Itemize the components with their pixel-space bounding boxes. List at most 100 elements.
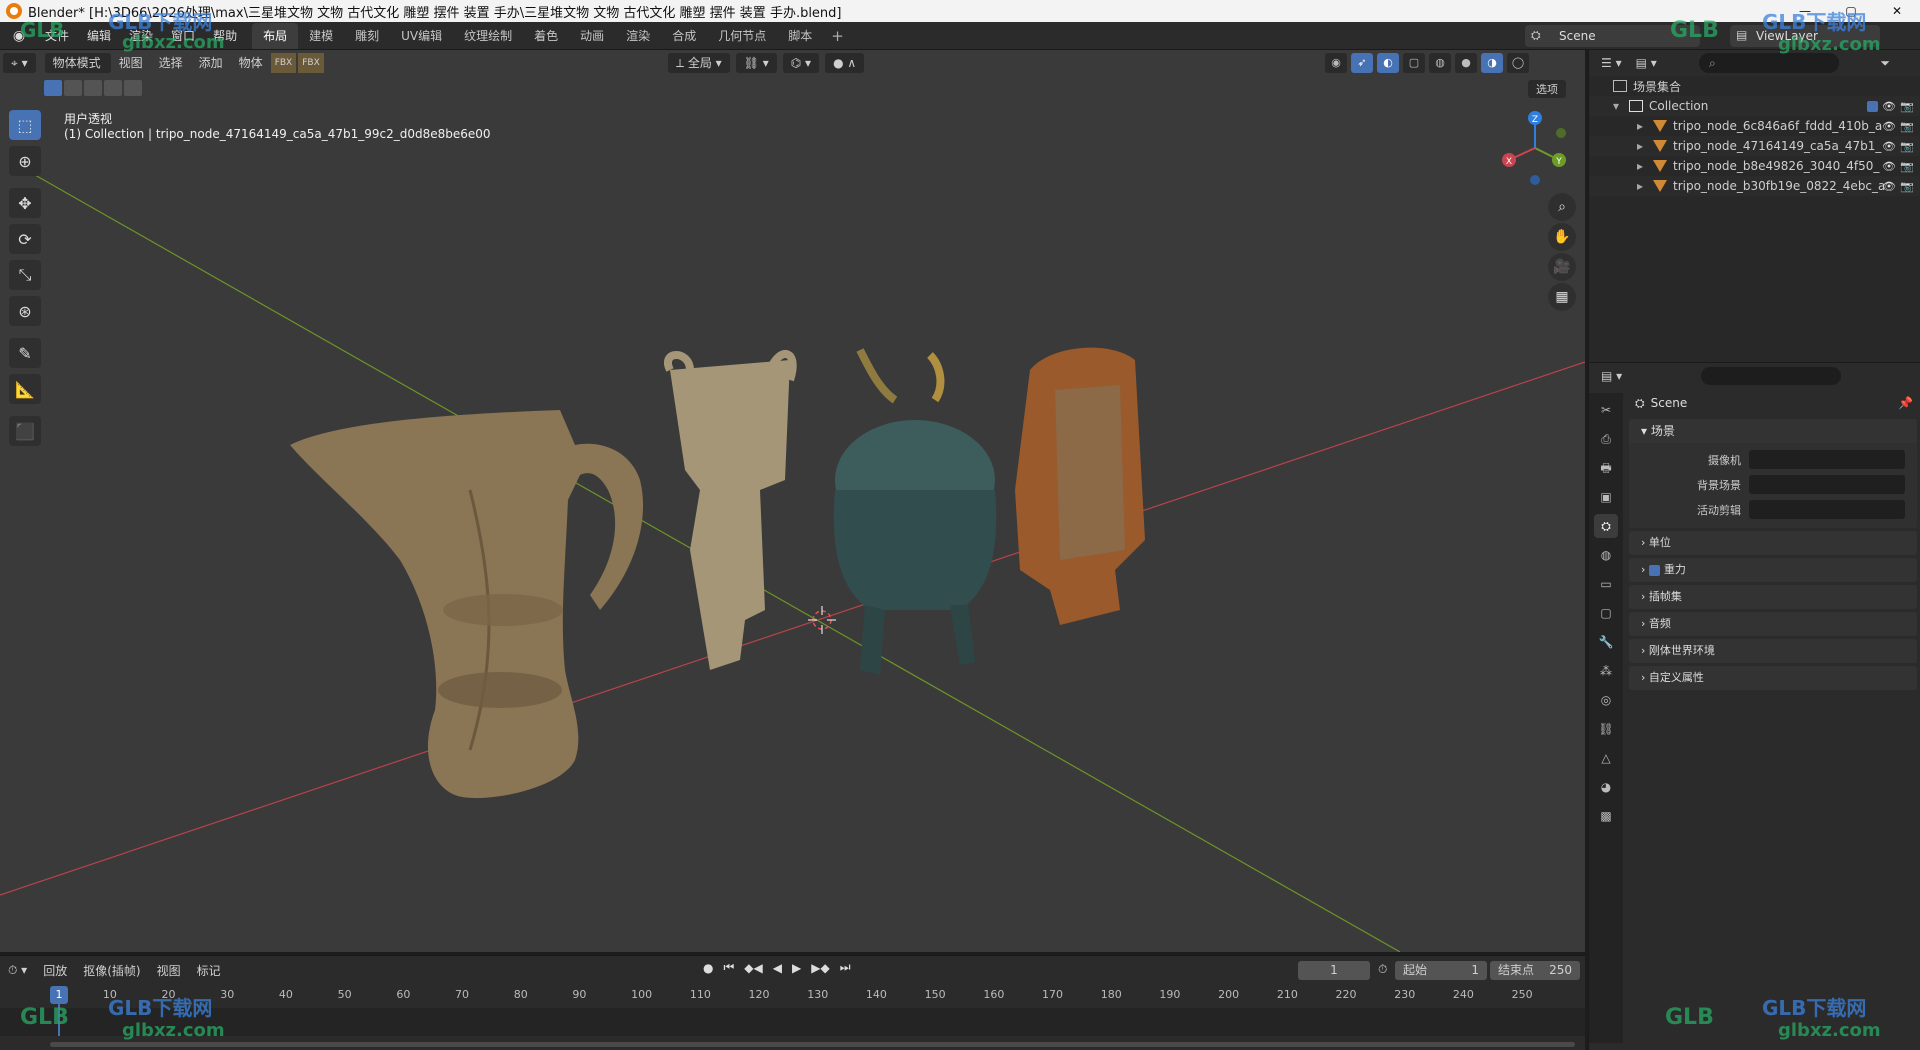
play-reverse-icon[interactable]: ◀ <box>770 961 785 975</box>
collection-tab-icon[interactable]: ▭ <box>1594 572 1618 596</box>
render-tab-icon[interactable]: ⎙ <box>1594 427 1618 451</box>
transform-tool[interactable]: ⊛ <box>9 296 41 326</box>
audio-panel-header[interactable]: › 音频 <box>1629 612 1917 636</box>
tab-shading[interactable]: 着色 <box>523 23 569 49</box>
fbx-export-icon[interactable]: FBX <box>270 53 297 73</box>
options-dropdown[interactable]: 选项 <box>1528 80 1566 98</box>
playhead-frame-label[interactable]: 1 <box>50 986 68 1004</box>
output-tab-icon[interactable]: 🖶 <box>1594 456 1618 480</box>
tab-layout[interactable]: 布局 <box>252 22 299 49</box>
rigid-body-world-panel-header[interactable]: › 刚体世界环境 <box>1629 639 1917 663</box>
timeline-scrollbar[interactable] <box>50 1042 1575 1047</box>
timeline-menu-marker[interactable]: 标记 <box>189 962 229 979</box>
properties-editor-type-icon[interactable]: ▤ ▾ <box>1601 369 1622 383</box>
rotate-tool[interactable]: ⟳ <box>9 224 41 254</box>
select-difference-icon[interactable] <box>104 80 122 96</box>
visibility-icon[interactable]: ◉ <box>1325 53 1347 73</box>
viewport-menu-view[interactable]: 视图 <box>111 53 151 73</box>
wireframe-shading-icon[interactable]: ◍ <box>1429 53 1451 73</box>
collection-render-icon[interactable]: 📷 <box>1900 100 1914 113</box>
outliner-object-row[interactable]: ▸ tripo_node_b8e49826_3040_4f50_ 👁 📷 <box>1589 156 1920 176</box>
cursor-tool[interactable]: ⊕ <box>9 146 41 176</box>
timeline-menu-keying[interactable]: 抠像(插帧) <box>75 962 148 979</box>
outliner-scene-collection[interactable]: 场景集合 <box>1589 76 1920 96</box>
material-shading-icon[interactable]: ◑ <box>1481 53 1503 73</box>
world-tab-icon[interactable]: ◍ <box>1594 543 1618 567</box>
object-visibility-icon[interactable]: 👁 <box>1882 120 1896 133</box>
solid-shading-icon[interactable]: ● <box>1455 53 1477 73</box>
start-frame-field[interactable]: 起始 1 <box>1395 961 1487 980</box>
view-layer-tab-icon[interactable]: ▣ <box>1594 485 1618 509</box>
constraints-tab-icon[interactable]: ⛓ <box>1594 717 1618 741</box>
properties-search-input[interactable] <box>1701 367 1841 385</box>
scene-panel-header[interactable]: ▾ 场景 <box>1629 419 1917 443</box>
outliner-search-input[interactable]: ⌕ <box>1699 53 1839 73</box>
current-frame-field[interactable]: 1 <box>1298 961 1370 980</box>
outliner-collection-row[interactable]: ▾ Collection 👁 📷 <box>1589 96 1920 116</box>
proportional-edit-toggle[interactable]: ● ∧ <box>825 53 865 73</box>
gravity-checkbox[interactable] <box>1648 564 1660 576</box>
object-visibility-icon[interactable]: 👁 <box>1882 180 1896 193</box>
tab-compositing[interactable]: 合成 <box>661 23 707 49</box>
object-render-icon[interactable]: 📷 <box>1900 160 1914 173</box>
move-tool[interactable]: ✥ <box>9 188 41 218</box>
overlay-toggle-icon[interactable]: ◐ <box>1377 53 1399 73</box>
timeline-menu-view[interactable]: 视图 <box>149 962 189 979</box>
pin-icon[interactable]: 📌 <box>1898 396 1913 410</box>
keying-sets-panel-header[interactable]: › 插帧集 <box>1629 585 1917 609</box>
fbx-import-icon[interactable]: FBX <box>298 53 324 73</box>
collection-include-checkbox[interactable] <box>1867 100 1878 112</box>
jump-start-icon[interactable]: ⏮ <box>720 960 737 975</box>
timeline-editor-type-icon[interactable]: ⏱ ▾ <box>0 963 35 978</box>
expand-arrow-icon[interactable]: ▾ <box>1613 99 1629 113</box>
tab-sculpting[interactable]: 雕刻 <box>344 23 390 49</box>
outliner-object-row[interactable]: ▸ tripo_node_47164149_ca5a_47b1_ 👁 📷 <box>1589 136 1920 156</box>
timeline-track[interactable] <box>0 1004 1585 1036</box>
rendered-shading-icon[interactable]: ◯ <box>1507 53 1529 73</box>
end-frame-field[interactable]: 结束点 250 <box>1490 961 1580 980</box>
tab-animation[interactable]: 动画 <box>569 23 615 49</box>
object-tab-icon[interactable]: ▢ <box>1594 601 1618 625</box>
physics-tab-icon[interactable]: ◎ <box>1594 688 1618 712</box>
object-render-icon[interactable]: 📷 <box>1900 120 1914 133</box>
record-icon[interactable]: ● <box>700 961 716 975</box>
transform-orientation-dropdown[interactable]: ⟂ 全局 ▾ <box>668 53 730 73</box>
tab-scripting[interactable]: 脚本 <box>777 23 823 49</box>
object-render-icon[interactable]: 📷 <box>1900 140 1914 153</box>
select-intersect-icon[interactable] <box>124 80 142 96</box>
annotate-tool[interactable]: ✎ <box>9 338 41 368</box>
play-icon[interactable]: ▶ <box>789 961 804 975</box>
xray-icon[interactable]: ▢ <box>1403 53 1425 73</box>
object-mode-dropdown[interactable]: 物体模式 <box>44 53 111 73</box>
add-cube-tool[interactable]: ⬛ <box>9 416 41 446</box>
select-extend-icon[interactable] <box>64 80 82 96</box>
viewport-menu-select[interactable]: 选择 <box>151 53 191 73</box>
custom-properties-panel-header[interactable]: › 自定义属性 <box>1629 666 1917 690</box>
material-tab-icon[interactable]: ◕ <box>1594 775 1618 799</box>
texture-tab-icon[interactable]: ▩ <box>1594 804 1618 828</box>
expand-arrow-icon[interactable]: ▸ <box>1637 179 1653 193</box>
expand-arrow-icon[interactable]: ▸ <box>1637 139 1653 153</box>
jump-end-icon[interactable]: ⏭ <box>837 960 854 975</box>
tab-rendering[interactable]: 渲染 <box>615 23 661 49</box>
tool-tab-icon[interactable]: ✂ <box>1594 398 1618 422</box>
add-workspace-button[interactable]: + <box>823 27 852 45</box>
active-clip-selector[interactable] <box>1749 500 1905 519</box>
background-scene-selector[interactable] <box>1749 475 1905 494</box>
select-new-icon[interactable] <box>44 80 62 96</box>
outliner-editor-type-icon[interactable]: ☰ ▾ <box>1601 56 1622 70</box>
prev-keyframe-icon[interactable]: ◆◀ <box>741 961 765 975</box>
zoom-icon[interactable]: ⌕ <box>1548 193 1576 221</box>
camera-selector[interactable] <box>1749 450 1905 469</box>
tab-modeling[interactable]: 建模 <box>298 23 344 49</box>
viewport-menu-object[interactable]: 物体 <box>231 53 271 73</box>
collection-visibility-icon[interactable]: 👁 <box>1882 100 1896 113</box>
outliner-object-row[interactable]: ▸ tripo_node_b30fb19e_0822_4ebc_a 👁 📷 <box>1589 176 1920 196</box>
scale-tool[interactable]: ⤡ <box>9 260 41 290</box>
tab-uv-editing[interactable]: UV编辑 <box>390 23 453 49</box>
select-subtract-icon[interactable] <box>84 80 102 96</box>
filter-icon[interactable]: ⏷ <box>1880 56 1890 71</box>
units-panel-header[interactable]: › 单位 <box>1629 531 1917 555</box>
scene-tab-icon[interactable]: ⛭ <box>1594 514 1618 538</box>
navigation-gizmo[interactable]: Z Y X <box>1495 108 1575 188</box>
